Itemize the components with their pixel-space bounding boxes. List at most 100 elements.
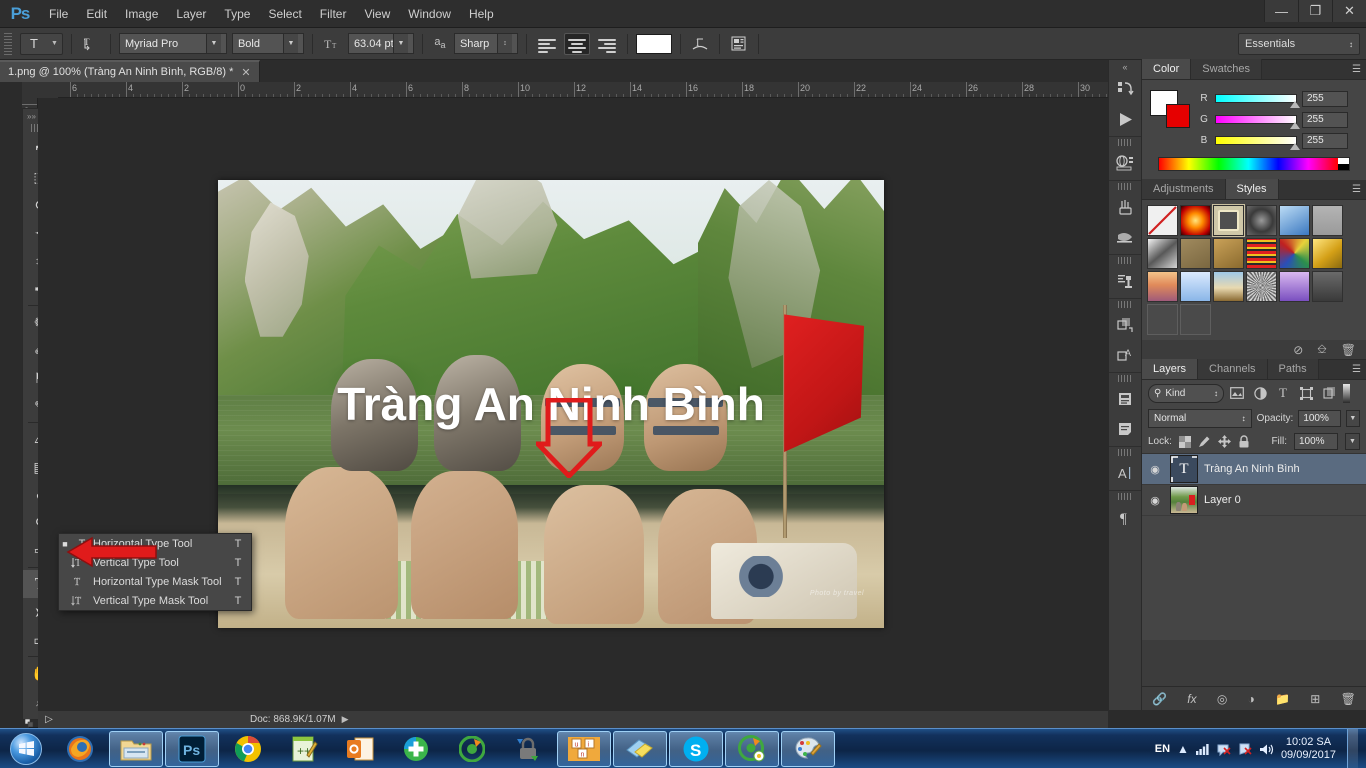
background-color-swatch[interactable] bbox=[1166, 104, 1190, 128]
align-right-button[interactable] bbox=[595, 33, 619, 55]
style-swatch-bronze[interactable] bbox=[1213, 238, 1244, 269]
style-swatch-dark-edge[interactable] bbox=[1312, 271, 1343, 302]
taskbar-outlook[interactable] bbox=[333, 731, 387, 767]
lock-position-icon[interactable] bbox=[1217, 435, 1231, 448]
toggle-character-paragraph-panels-button[interactable] bbox=[728, 33, 750, 55]
canvas-area[interactable]: Photo by travel Tràng An Ninh Bình bbox=[38, 98, 1108, 710]
horizontal-ruler[interactable]: 6 4 2 0 2 4 6 8 10 12 14 16 18 20 22 24 26 28 30 bbox=[58, 82, 1108, 98]
font-size-dropdown-icon[interactable]: ▼ bbox=[392, 34, 408, 53]
flyout-item-vertical-type-mask-tool[interactable]: T Vertical Type Mask Tool T bbox=[59, 591, 251, 610]
tool-presets-icon[interactable] bbox=[1109, 222, 1141, 252]
toggle-text-orientation-button[interactable]: T bbox=[80, 33, 102, 55]
layer-comps-icon[interactable] bbox=[1109, 310, 1141, 340]
taskbar-photoshop[interactable]: Ps bbox=[165, 730, 219, 767]
g-value[interactable]: 255 bbox=[1302, 111, 1348, 128]
anti-alias-dropdown-icon[interactable]: ↕ bbox=[496, 34, 512, 53]
rail-grip[interactable] bbox=[1118, 183, 1132, 190]
opacity-dropdown-icon[interactable]: ▼ bbox=[1345, 409, 1360, 427]
3d-icon[interactable] bbox=[1109, 148, 1141, 178]
tab-channels[interactable]: Channels bbox=[1198, 359, 1268, 379]
artwork-title-text[interactable]: Tràng An Ninh Bình bbox=[218, 377, 884, 431]
history-icon[interactable] bbox=[1109, 74, 1141, 104]
font-family-field[interactable]: Myriad Pro ▼ bbox=[118, 33, 227, 54]
disable-icon[interactable]: ⊘ bbox=[1293, 343, 1303, 357]
taskbar-unikey-green[interactable] bbox=[445, 731, 499, 767]
color-spectrum-ramp[interactable] bbox=[1158, 157, 1350, 171]
menu-edit[interactable]: Edit bbox=[77, 2, 116, 26]
tab-paths[interactable]: Paths bbox=[1267, 359, 1319, 379]
action-center-icon[interactable] bbox=[1217, 743, 1231, 756]
style-swatch-gray-flat[interactable] bbox=[1312, 205, 1343, 236]
rail-grip[interactable] bbox=[1118, 375, 1132, 382]
options-bar-grip[interactable] bbox=[4, 32, 12, 55]
character-icon[interactable]: A bbox=[1109, 458, 1141, 488]
layer-row[interactable]: ◉ T Tràng An Ninh Bình bbox=[1142, 454, 1366, 485]
network-signal-icon[interactable] bbox=[1195, 743, 1210, 755]
menu-window[interactable]: Window bbox=[399, 2, 460, 26]
volume-icon[interactable] bbox=[1259, 743, 1274, 756]
lock-all-icon[interactable] bbox=[1238, 435, 1250, 448]
menu-help[interactable]: Help bbox=[460, 2, 503, 26]
new-layer-icon[interactable]: ⊞ bbox=[1310, 692, 1320, 706]
language-indicator[interactable]: EN bbox=[1155, 743, 1170, 755]
notes-icon[interactable] bbox=[1109, 414, 1141, 444]
style-swatch-none[interactable] bbox=[1147, 205, 1178, 236]
scroll-handle-icon[interactable]: ▷ bbox=[38, 714, 60, 725]
style-swatch-empty-1[interactable] bbox=[1147, 304, 1178, 335]
r-value[interactable]: 255 bbox=[1302, 90, 1348, 107]
close-button[interactable]: ✕ bbox=[1332, 0, 1366, 22]
taskbar-paint[interactable] bbox=[781, 730, 835, 767]
r-slider[interactable] bbox=[1215, 94, 1300, 108]
menu-layer[interactable]: Layer bbox=[167, 2, 215, 26]
style-swatch-dark-metal[interactable] bbox=[1246, 205, 1277, 236]
taskbar-unikey[interactable]: u i n bbox=[557, 730, 611, 767]
layer-mask-icon[interactable]: ◎ bbox=[1217, 692, 1227, 706]
menu-file[interactable]: File bbox=[40, 2, 77, 26]
tool-preset-picker[interactable]: T ▼ bbox=[20, 32, 63, 55]
delete-layer-icon[interactable]: 🗑 bbox=[1341, 692, 1356, 706]
taskbar-skype[interactable]: S bbox=[669, 730, 723, 767]
flyout-item-vertical-type-tool[interactable]: T Vertical Type Tool T bbox=[59, 553, 251, 572]
layer-thumbnail[interactable] bbox=[1170, 486, 1198, 514]
layers-empty-area[interactable] bbox=[1142, 516, 1366, 640]
document-tab[interactable]: 1.png @ 100% (Tràng An Ninh Bình, RGB/8)… bbox=[0, 60, 260, 82]
tab-swatches[interactable]: Swatches bbox=[1191, 59, 1262, 79]
restore-button[interactable]: ❐ bbox=[1298, 0, 1332, 22]
rail-grip[interactable] bbox=[1118, 301, 1132, 308]
style-swatch-noise-gray[interactable] bbox=[1246, 271, 1277, 302]
align-left-button[interactable] bbox=[535, 33, 559, 55]
rail-grip[interactable] bbox=[1118, 493, 1132, 500]
taskbar-firefox[interactable] bbox=[53, 731, 107, 767]
style-swatch-purple-drop[interactable] bbox=[1279, 271, 1310, 302]
filter-type-icon[interactable]: T bbox=[1273, 384, 1293, 403]
layer-name[interactable]: Layer 0 bbox=[1204, 494, 1241, 506]
minimize-button[interactable]: — bbox=[1264, 0, 1298, 22]
rail-grip[interactable] bbox=[1118, 449, 1132, 456]
fill-dropdown-icon[interactable]: ▼ bbox=[1345, 433, 1360, 450]
filter-toggle-switch[interactable] bbox=[1343, 383, 1350, 403]
menu-view[interactable]: View bbox=[355, 2, 399, 26]
new-group-icon[interactable]: 📁 bbox=[1275, 692, 1290, 706]
warp-text-button[interactable]: I bbox=[689, 33, 711, 55]
panel-menu-icon[interactable]: ☰ bbox=[1352, 64, 1361, 75]
brush-presets-icon[interactable] bbox=[1109, 192, 1141, 222]
new-doc-icon[interactable]: ⎒ bbox=[1317, 342, 1326, 357]
rail-grip[interactable] bbox=[1118, 139, 1132, 146]
taskbar-green-circle-app[interactable] bbox=[725, 730, 779, 767]
opacity-value[interactable]: 100% bbox=[1298, 409, 1341, 427]
text-color-swatch[interactable] bbox=[635, 33, 672, 54]
layer-name[interactable]: Tràng An Ninh Bình bbox=[1204, 463, 1300, 475]
clone-source-icon[interactable] bbox=[1109, 266, 1141, 296]
workspace-switcher[interactable]: Essentials ↕ bbox=[1238, 33, 1360, 55]
style-swatch-silver-bevel[interactable] bbox=[1147, 238, 1178, 269]
style-swatch-gold-bevel[interactable] bbox=[1312, 238, 1343, 269]
tab-color[interactable]: Color bbox=[1142, 59, 1192, 79]
rail-grip[interactable] bbox=[1118, 257, 1132, 264]
flyout-item-horizontal-type-tool[interactable]: ■ T Horizontal Type Tool T bbox=[59, 534, 251, 553]
layer-filter-kind-dropdown[interactable]: ⚲ Kind ↕ bbox=[1148, 383, 1224, 403]
status-menu-icon[interactable]: ▶ bbox=[336, 714, 355, 725]
tab-layers[interactable]: Layers bbox=[1142, 359, 1199, 379]
panel-menu-icon[interactable]: ☰ bbox=[1352, 364, 1361, 375]
anti-alias-field[interactable]: Sharp ↕ bbox=[453, 33, 518, 54]
show-desktop-button[interactable] bbox=[1347, 729, 1358, 768]
